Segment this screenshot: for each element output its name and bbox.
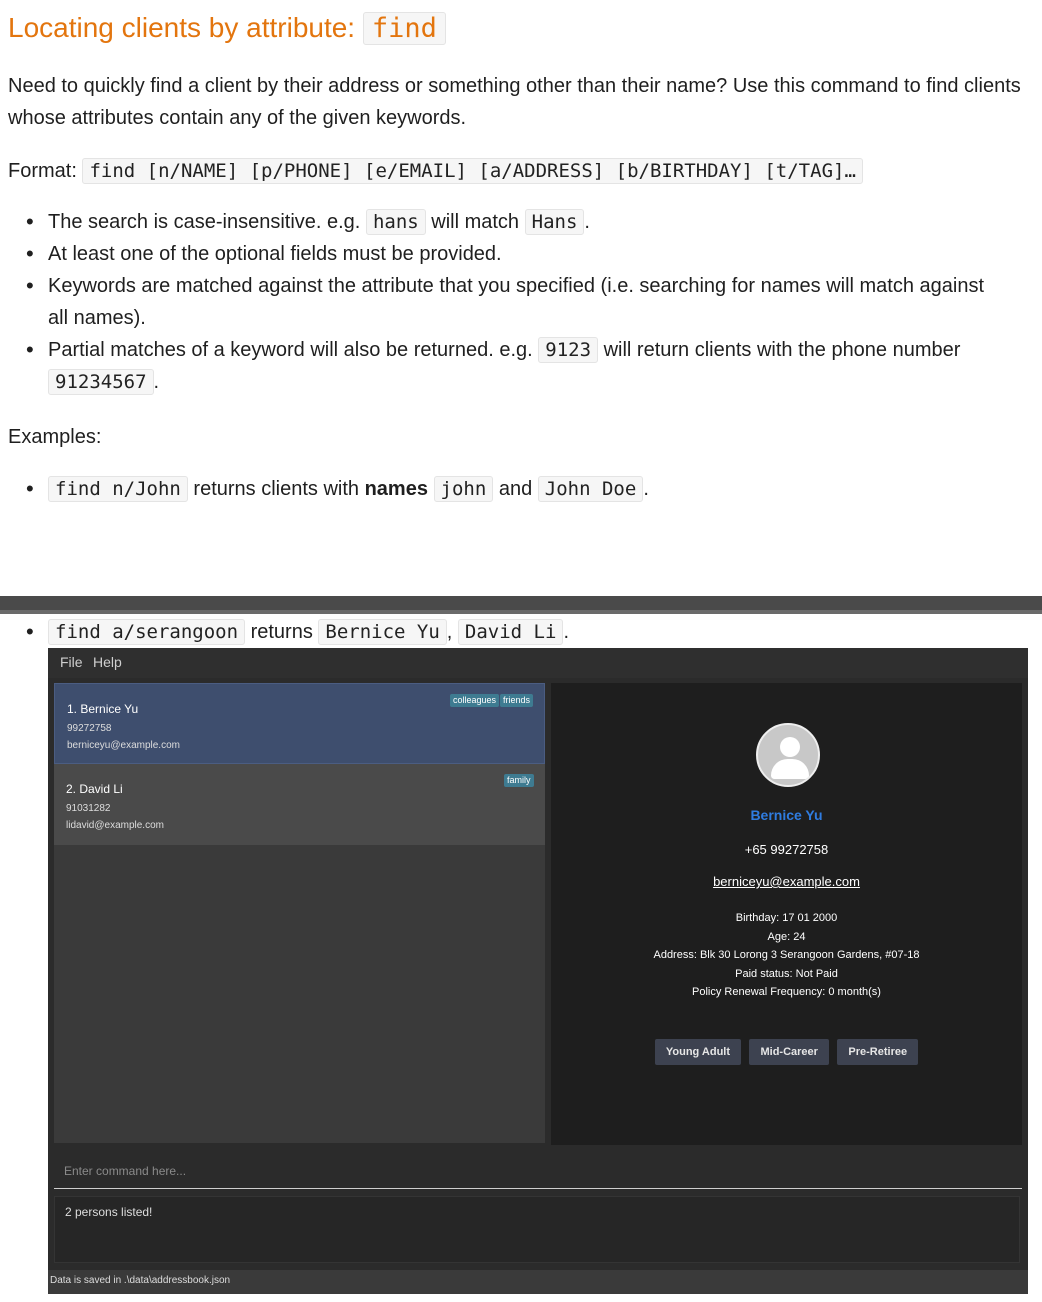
person-email: lidavid@example.com bbox=[66, 820, 164, 831]
tag-family: family bbox=[504, 774, 534, 787]
menu-file[interactable]: File bbox=[60, 654, 83, 670]
person-name: 1. Bernice Yu bbox=[67, 702, 139, 716]
life-stage-chips: Young Adult Mid-Career Pre-Retiree bbox=[551, 1039, 1022, 1065]
person-phone: 91031282 bbox=[66, 803, 111, 814]
format-line: Format: find [n/NAME] [p/PHONE] [e/EMAIL… bbox=[8, 155, 863, 187]
menu-bar: File Help bbox=[48, 648, 1028, 678]
detail-renewal: Policy Renewal Frequency: 0 month(s) bbox=[692, 986, 881, 998]
status-bar: Data is saved in .\data\addressbook.json bbox=[48, 1270, 1028, 1294]
example-list-1: find n/John returns clients with names j… bbox=[26, 473, 649, 505]
person-list[interactable]: colleagues friends 1. Bernice Yu 9927275… bbox=[54, 683, 545, 1143]
command-input[interactable]: Enter command here... bbox=[54, 1153, 1022, 1189]
person-name: 2. David Li bbox=[66, 782, 123, 796]
notes-list: The search is case-insensitive. e.g. han… bbox=[26, 206, 1008, 398]
example-find-address: find a/serangoon returns Bernice Yu, Dav… bbox=[26, 616, 569, 648]
note-case-insensitive: The search is case-insensitive. e.g. han… bbox=[26, 206, 1008, 238]
detail-age: Age: 24 bbox=[767, 931, 806, 943]
chip-pre-retiree[interactable]: Pre-Retiree bbox=[837, 1039, 919, 1065]
heading-text: Locating clients by attribute: bbox=[8, 12, 356, 43]
note-optional-fields: At least one of the optional fields must… bbox=[26, 238, 1008, 270]
detail-email[interactable]: berniceyu@example.com bbox=[551, 874, 1022, 889]
person-email: berniceyu@example.com bbox=[67, 740, 180, 751]
intro-paragraph: Need to quickly find a client by their a… bbox=[8, 75, 1021, 129]
chip-mid-career[interactable]: Mid-Career bbox=[749, 1039, 829, 1065]
format-code: find [n/NAME] [p/PHONE] [e/EMAIL] [a/ADD… bbox=[82, 158, 863, 184]
format-label: Format: bbox=[8, 160, 77, 182]
section-divider bbox=[0, 596, 1042, 614]
note-partial-matches: Partial matches of a keyword will also b… bbox=[26, 334, 1008, 398]
avatar-icon bbox=[756, 723, 820, 787]
chip-young-adult[interactable]: Young Adult bbox=[654, 1039, 742, 1065]
example-find-name: find n/John returns clients with names j… bbox=[26, 473, 649, 505]
section-heading: Locating clients by attribute: find bbox=[8, 8, 446, 49]
detail-name: Bernice Yu bbox=[750, 807, 823, 823]
tag-colleagues: colleagues bbox=[450, 694, 500, 707]
note-matched-attribute: Keywords are matched against the attribu… bbox=[26, 270, 1008, 334]
detail-phone: +65 99272758 bbox=[744, 842, 829, 857]
detail-birthday: Birthday: 17 01 2000 bbox=[735, 912, 838, 924]
detail-paid-status: Paid status: Not Paid bbox=[735, 968, 838, 980]
person-card-1[interactable]: colleagues friends 1. Bernice Yu 9927275… bbox=[54, 683, 545, 764]
examples-label: Examples: bbox=[8, 426, 102, 448]
heading-code: find bbox=[362, 12, 446, 45]
detail-address: Address: Blk 30 Lorong 3 Serangoon Garde… bbox=[653, 949, 920, 961]
tag-friends: friends bbox=[500, 694, 534, 707]
app-window: File Help colleagues friends 1. Bernice … bbox=[48, 648, 1028, 1294]
result-display: 2 persons listed! bbox=[54, 1196, 1020, 1263]
person-detail-panel: Bernice Yu +65 99272758 berniceyu@exampl… bbox=[551, 683, 1022, 1145]
person-phone: 99272758 bbox=[67, 723, 112, 734]
example-list-2: find a/serangoon returns Bernice Yu, Dav… bbox=[26, 616, 569, 648]
person-card-2[interactable]: family 2. David Li 91031282 lidavid@exam… bbox=[54, 764, 545, 845]
menu-help[interactable]: Help bbox=[93, 654, 122, 670]
